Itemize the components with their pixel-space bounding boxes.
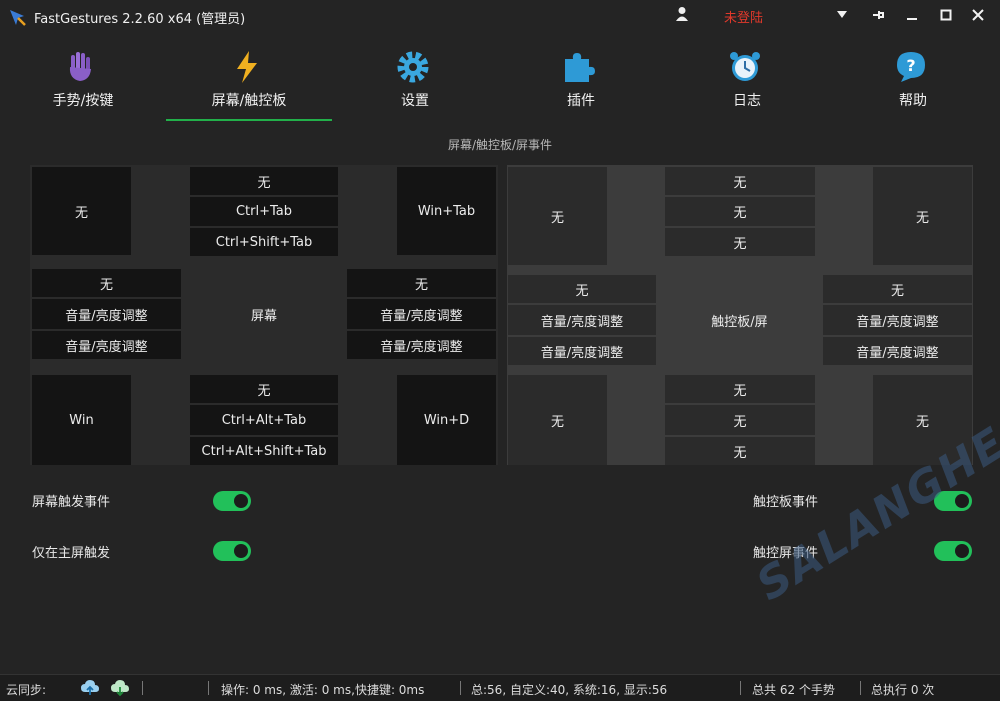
- tab-label: 插件: [567, 93, 595, 109]
- touchpad-center-label: 触控板/屏: [711, 314, 768, 330]
- tab-label: 日志: [733, 93, 761, 109]
- total-gestures: 总共 62 个手势: [752, 683, 835, 697]
- screen-top-right-action[interactable]: Win+Tab: [397, 167, 496, 255]
- tab-label: 设置: [401, 93, 429, 109]
- gear-icon: [397, 51, 429, 83]
- toggle-knob: [234, 494, 248, 508]
- app-logo-icon: [10, 10, 26, 26]
- status-separator: [860, 681, 861, 695]
- total-executions: 总执行 0 次: [871, 683, 935, 697]
- touchpad-top-action-3[interactable]: 无: [665, 228, 815, 256]
- login-status[interactable]: 未登陆: [724, 7, 763, 26]
- timing-stats: 操作: 0 ms, 激活: 0 ms,快捷键: 0ms: [221, 683, 425, 697]
- touchpad-top-action-2[interactable]: 无: [665, 197, 815, 226]
- status-separator: [740, 681, 741, 695]
- cloud-sync-label: 云同步:: [6, 683, 47, 697]
- pin-icon[interactable]: [864, 4, 892, 26]
- screen-top-left-action[interactable]: 无: [32, 167, 131, 255]
- tab-gestures-keys[interactable]: 手势/按键: [0, 44, 166, 114]
- touchpad-left-action-3[interactable]: 音量/亮度调整: [508, 337, 656, 365]
- dropdown-icon[interactable]: [828, 4, 856, 26]
- screen-bottom-left-action[interactable]: Win: [32, 375, 131, 465]
- touchpad-bottom-action-3[interactable]: 无: [665, 437, 815, 465]
- window-title: FastGestures 2.2.60 x64 (管理员): [34, 12, 246, 27]
- tab-settings[interactable]: 设置: [332, 44, 498, 114]
- section-title: 屏幕/触控板/屏事件: [447, 138, 553, 152]
- screen-top-action-1[interactable]: 无: [190, 167, 338, 195]
- screen-trigger-toggle[interactable]: [213, 491, 251, 511]
- cloud-download-icon[interactable]: [110, 679, 130, 697]
- touchpad-bottom-action-2[interactable]: 无: [665, 405, 815, 435]
- hand-icon: [69, 52, 91, 81]
- tab-help[interactable]: ? 帮助: [830, 44, 996, 114]
- alarm-clock-icon: [730, 52, 760, 81]
- maximize-icon[interactable]: [932, 4, 960, 26]
- tab-screen-touchpad[interactable]: 屏幕/触控板: [166, 44, 332, 114]
- touchpad-top-left-action[interactable]: 无: [508, 167, 607, 265]
- screen-top-action-3[interactable]: Ctrl+Shift+Tab: [190, 228, 338, 256]
- toggle-knob: [234, 544, 248, 558]
- touchpad-top-action-1[interactable]: 无: [665, 167, 815, 195]
- screen-right-action-1[interactable]: 无: [347, 269, 496, 297]
- screen-right-action-2[interactable]: 音量/亮度调整: [347, 299, 496, 329]
- touchpad-bottom-action-1[interactable]: 无: [665, 375, 815, 403]
- screen-center-label: 屏幕: [250, 308, 277, 324]
- status-separator: [460, 681, 461, 695]
- screen-left-action-3[interactable]: 音量/亮度调整: [32, 331, 181, 359]
- screen-bottom-action-1[interactable]: 无: [190, 375, 338, 403]
- active-tab-indicator: [166, 119, 332, 121]
- screen-bottom-action-3[interactable]: Ctrl+Alt+Shift+Tab: [190, 437, 338, 465]
- main-screen-only-label: 仅在主屏触发: [32, 546, 111, 561]
- toggle-knob: [955, 544, 969, 558]
- screen-left-action-2[interactable]: 音量/亮度调整: [32, 299, 181, 329]
- touchpad-right-action-3[interactable]: 音量/亮度调整: [823, 337, 972, 365]
- touchpad-left-action-1[interactable]: 无: [508, 275, 656, 303]
- tab-plugins[interactable]: 插件: [498, 44, 664, 114]
- screen-bottom-right-action[interactable]: Win+D: [397, 375, 496, 465]
- cloud-upload-icon[interactable]: [80, 679, 100, 697]
- touchpad-top-right-action[interactable]: 无: [873, 167, 972, 265]
- puzzle-icon: [565, 53, 595, 82]
- help-icon: ?: [897, 52, 925, 82]
- screen-trigger-label: 屏幕触发事件: [32, 495, 111, 510]
- close-icon[interactable]: [964, 4, 992, 26]
- touchpad-bottom-left-action[interactable]: 无: [508, 375, 607, 465]
- main-screen-only-toggle[interactable]: [213, 541, 251, 561]
- svg-text:?: ?: [906, 56, 915, 75]
- minimize-icon[interactable]: [898, 4, 926, 26]
- tab-label: 屏幕/触控板: [211, 93, 287, 109]
- status-bar: 云同步: 操作: 0 ms, 激活: 0 ms,快捷键: 0ms 总:56, 自…: [0, 674, 1000, 701]
- tab-label: 帮助: [899, 93, 927, 109]
- touchpad-event-label: 触控板事件: [753, 495, 819, 510]
- screen-top-action-2[interactable]: Ctrl+Tab: [190, 197, 338, 226]
- status-separator: [142, 681, 143, 695]
- screen-bottom-action-2[interactable]: Ctrl+Alt+Tab: [190, 405, 338, 435]
- screen-right-action-3[interactable]: 音量/亮度调整: [347, 331, 496, 359]
- user-icon[interactable]: [675, 6, 689, 22]
- status-separator: [208, 681, 209, 695]
- touchpad-right-action-1[interactable]: 无: [823, 275, 972, 303]
- lightning-icon: [237, 51, 257, 83]
- gesture-counts: 总:56, 自定义:40, 系统:16, 显示:56: [471, 683, 668, 697]
- touchpad-right-action-2[interactable]: 音量/亮度调整: [823, 305, 972, 335]
- screen-gesture-grid: 无 无 Ctrl+Tab Ctrl+Shift+Tab Win+Tab 无 音量…: [30, 165, 498, 465]
- touchscreen-event-toggle[interactable]: [934, 541, 972, 561]
- tab-label: 手势/按键: [52, 93, 114, 109]
- touchpad-left-action-2[interactable]: 音量/亮度调整: [508, 305, 656, 335]
- title-bar: FastGestures 2.2.60 x64 (管理员) 未登陆: [0, 0, 1000, 32]
- touchpad-gesture-grid: 无 无 无 无 无 无 音量/亮度调整 音量/亮度调整 触控板/屏 无 音量/亮…: [507, 165, 973, 465]
- tab-logs[interactable]: 日志: [664, 44, 830, 114]
- screen-left-action-1[interactable]: 无: [32, 269, 181, 297]
